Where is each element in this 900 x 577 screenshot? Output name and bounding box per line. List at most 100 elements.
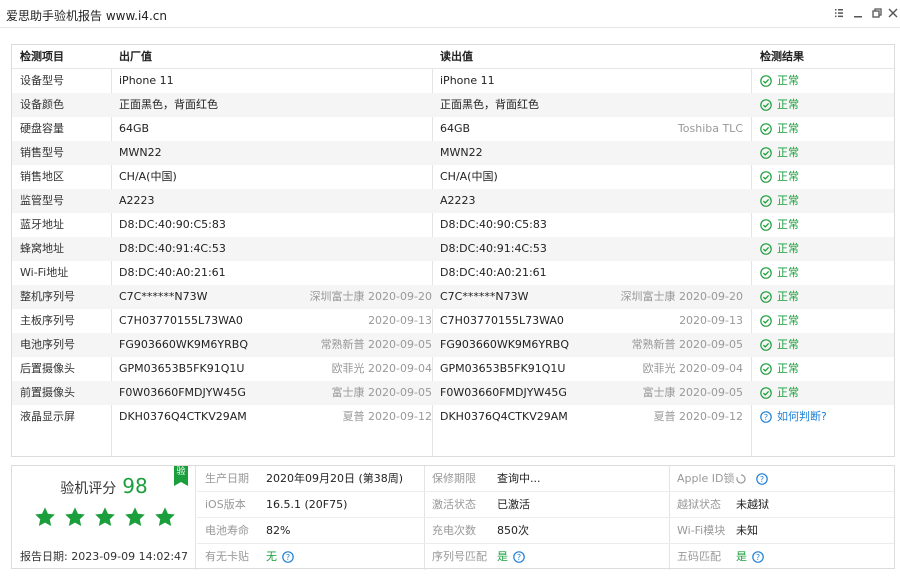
result-text: 正常	[777, 314, 799, 327]
summary-value: 未越狱	[736, 492, 769, 518]
star-icon	[124, 506, 146, 531]
header-item: 检测项目	[20, 50, 64, 63]
row-item: 设备颜色	[20, 98, 64, 111]
result-ok: 正常	[760, 69, 799, 93]
table-row: 整机序列号 C7C******N73W 深圳富士康 2020-09-20 C7C***…	[12, 285, 894, 309]
row-read-value: 64GB	[440, 122, 471, 135]
star-icon	[64, 506, 86, 531]
minimize-icon[interactable]	[851, 6, 865, 20]
summary-label: Apple ID锁	[677, 472, 735, 485]
summary-value-text: 查询中...	[497, 472, 541, 485]
summary-row: 生产日期 2020年09月20日 (第38周) 保修期限 查询中... Apple ID…	[197, 466, 894, 492]
row-factory-meta: 深圳富士康 2020-09-20	[309, 290, 432, 303]
row-item: 后置摄像头	[20, 362, 75, 375]
help-icon[interactable]: ?	[282, 551, 294, 563]
summary-label: 有无卡贴	[205, 550, 249, 563]
row-item: 液晶显示屏	[20, 410, 75, 423]
check-circle-icon	[760, 171, 772, 183]
table-row: 监管型号 A2223 A2223 正常	[12, 189, 894, 213]
row-read-value: C7C******N73W	[440, 290, 529, 303]
summary-panel: 验机评分 98 验 报告日期: 2023-09-09 14:02:47 生产日期 2…	[11, 465, 895, 570]
menu-icon[interactable]	[832, 6, 846, 20]
result-text: 如何判断?	[777, 410, 827, 423]
summary-value: 未知	[736, 518, 758, 544]
check-circle-icon	[760, 387, 772, 399]
summary-value: 2020年09月20日 (第38周)	[266, 466, 403, 492]
result-text: 正常	[777, 362, 799, 375]
summary-value: 查询中...	[497, 466, 541, 492]
check-circle-icon	[760, 75, 772, 87]
summary-row: 电池寿命 82% 充电次数 850次 Wi-Fi模块 未知	[197, 518, 894, 544]
summary-label: 序列号匹配	[432, 550, 487, 563]
row-read-value: D8:DC:40:91:4C:53	[440, 242, 547, 255]
result-ok: 正常	[760, 261, 799, 285]
row-factory-value: DKH0376Q4CTKV29AM	[119, 410, 247, 423]
row-factory-value: D8:DC:40:91:4C:53	[119, 242, 226, 255]
result-ok: 正常	[760, 309, 799, 333]
row-read-meta: 富士康 2020-09-05	[642, 386, 743, 399]
table-row: 设备颜色 正面黑色，背面红色 正面黑色，背面红色 正常	[12, 93, 894, 117]
check-circle-icon	[760, 243, 772, 255]
result-ok: 正常	[760, 141, 799, 165]
row-read-value: MWN22	[440, 146, 483, 159]
row-factory-value: CH/A(中国)	[119, 170, 177, 183]
header-result: 检测结果	[760, 50, 804, 63]
result-text: 正常	[777, 218, 799, 231]
row-item: Wi-Fi地址	[20, 266, 69, 279]
result-text: 正常	[777, 242, 799, 255]
how-to-judge-link[interactable]: ? 如何判断?	[760, 405, 827, 429]
row-read-meta: 夏普 2020-09-12	[653, 410, 743, 423]
result-text: 正常	[777, 122, 799, 135]
row-item: 前置摄像头	[20, 386, 75, 399]
table-row: 主板序列号 C7H03770155L73WA0 2020-09-13 C7H03770…	[12, 309, 894, 333]
row-item: 蓝牙地址	[20, 218, 64, 231]
row-read-value: C7H03770155L73WA0	[440, 314, 564, 327]
result-ok: 正常	[760, 189, 799, 213]
row-factory-value: iPhone 11	[119, 74, 174, 87]
check-circle-icon	[760, 291, 772, 303]
row-item: 蜂窝地址	[20, 242, 64, 255]
summary-value-text: 是	[497, 550, 508, 563]
svg-text:?: ?	[760, 475, 764, 484]
summary-value-text: 82%	[266, 524, 291, 537]
score-line: 验机评分 98	[12, 474, 196, 498]
summary-value-text: 16.5.1 (20F75)	[266, 498, 348, 511]
row-read-value: A2223	[440, 194, 476, 207]
svg-text:?: ?	[286, 553, 290, 562]
summary-value: 是?	[497, 544, 525, 570]
summary-value-text: 2020年09月20日 (第38周)	[266, 472, 404, 485]
row-factory-value: GPM03653B5FK91Q1U	[119, 362, 245, 375]
verified-badge-icon: 验	[174, 466, 188, 486]
row-item: 销售型号	[20, 146, 64, 159]
help-icon[interactable]: ?	[513, 551, 525, 563]
summary-label: 保修期限	[432, 472, 476, 485]
star-icon	[34, 506, 56, 531]
row-item: 设备型号	[20, 74, 64, 87]
check-circle-icon	[760, 195, 772, 207]
help-icon[interactable]: ?	[756, 473, 768, 485]
summary-label: 生产日期	[205, 472, 249, 485]
svg-text:?: ?	[756, 553, 760, 562]
summary-value-text: 850次	[497, 524, 529, 537]
check-table: 检测项目 出厂值 读出值 检测结果 设备型号 iPhone 11 iPhone 11…	[11, 44, 895, 457]
check-circle-icon	[760, 267, 772, 279]
result-text: 正常	[777, 146, 799, 159]
row-factory-meta: 富士康 2020-09-05	[331, 386, 432, 399]
summary-row: iOS版本 16.5.1 (20F75) 激活状态 已激活 越狱状态 未越狱	[197, 492, 894, 518]
summary-label: 越狱状态	[677, 498, 721, 511]
close-icon[interactable]	[887, 6, 900, 20]
result-text: 正常	[777, 98, 799, 111]
restore-icon[interactable]	[870, 6, 884, 20]
help-icon[interactable]: ?	[752, 551, 764, 563]
score-box: 验机评分 98 验 报告日期: 2023-09-09 14:02:47	[12, 466, 196, 570]
row-read-meta: 欧菲光 2020-09-04	[642, 362, 743, 375]
summary-grid: 生产日期 2020年09月20日 (第38周) 保修期限 查询中... Apple ID…	[197, 466, 894, 570]
result-text: 正常	[777, 194, 799, 207]
table-row: 电池序列号 FG903660WK9M6YRBQ 常熟新普 2020-09-05 FG9…	[12, 333, 894, 357]
result-ok: 正常	[760, 117, 799, 141]
result-ok: 正常	[760, 93, 799, 117]
check-circle-icon	[760, 363, 772, 375]
row-factory-value: FG903660WK9M6YRBQ	[119, 338, 248, 351]
question-icon: ?	[760, 411, 772, 423]
row-factory-meta: 常熟新普 2020-09-05	[320, 338, 432, 351]
